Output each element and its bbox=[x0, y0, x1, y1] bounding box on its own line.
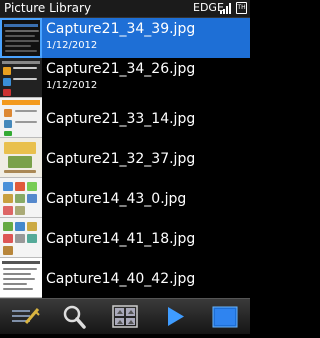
fullscreen-icon bbox=[212, 306, 238, 328]
list-item[interactable]: Capture14_43_0.jpg bbox=[0, 178, 250, 218]
picture-thumbnail bbox=[0, 138, 42, 178]
edit-list-icon bbox=[12, 308, 40, 324]
list-item[interactable]: Capture21_33_14.jpg bbox=[0, 98, 250, 138]
picture-name: Capture14_43_0.jpg bbox=[46, 191, 187, 207]
list-item[interactable]: Capture21_32_37.jpg bbox=[0, 138, 250, 178]
list-item[interactable]: Capture21_34_39.jpg 1/12/2012 bbox=[0, 18, 250, 58]
grid-view-button[interactable] bbox=[100, 299, 150, 334]
search-icon bbox=[63, 305, 86, 329]
signal-strength-icon bbox=[220, 3, 232, 14]
picture-list: Capture21_34_39.jpg 1/12/2012 Capture21_… bbox=[0, 18, 250, 298]
battery-icon: TH bbox=[236, 2, 247, 14]
picture-thumbnail bbox=[0, 98, 42, 138]
list-item[interactable]: Capture21_34_26.jpg 1/12/2012 bbox=[0, 58, 250, 98]
picture-thumbnail bbox=[0, 218, 42, 258]
picture-date: 1/12/2012 bbox=[46, 80, 98, 91]
app-title: Picture Library bbox=[4, 1, 92, 15]
picture-thumbnail bbox=[0, 258, 42, 298]
edit-list-button[interactable] bbox=[0, 299, 50, 334]
search-button[interactable] bbox=[50, 299, 100, 334]
picture-name: Capture14_41_18.jpg bbox=[46, 231, 196, 247]
picture-name: Capture14_40_42.jpg bbox=[46, 271, 196, 287]
bottom-toolbar bbox=[0, 298, 250, 334]
picture-name: Capture21_32_37.jpg bbox=[46, 151, 196, 167]
picture-thumbnail bbox=[0, 58, 42, 98]
picture-date: 1/12/2012 bbox=[46, 40, 98, 51]
fullscreen-button[interactable] bbox=[200, 299, 250, 334]
picture-name: Capture21_33_14.jpg bbox=[46, 111, 196, 127]
status-bar: Picture Library EDGE TH bbox=[0, 0, 250, 18]
picture-thumbnail bbox=[0, 18, 42, 58]
list-item[interactable]: Capture14_41_18.jpg bbox=[0, 218, 250, 258]
play-slideshow-icon bbox=[168, 307, 184, 326]
play-slideshow-button[interactable] bbox=[150, 299, 200, 334]
picture-name: Capture21_34_39.jpg bbox=[46, 21, 196, 37]
list-item[interactable]: Capture14_40_42.jpg bbox=[0, 258, 250, 298]
grid-view-icon bbox=[112, 305, 138, 328]
picture-name: Capture21_34_26.jpg bbox=[46, 61, 196, 77]
picture-thumbnail bbox=[0, 178, 42, 218]
